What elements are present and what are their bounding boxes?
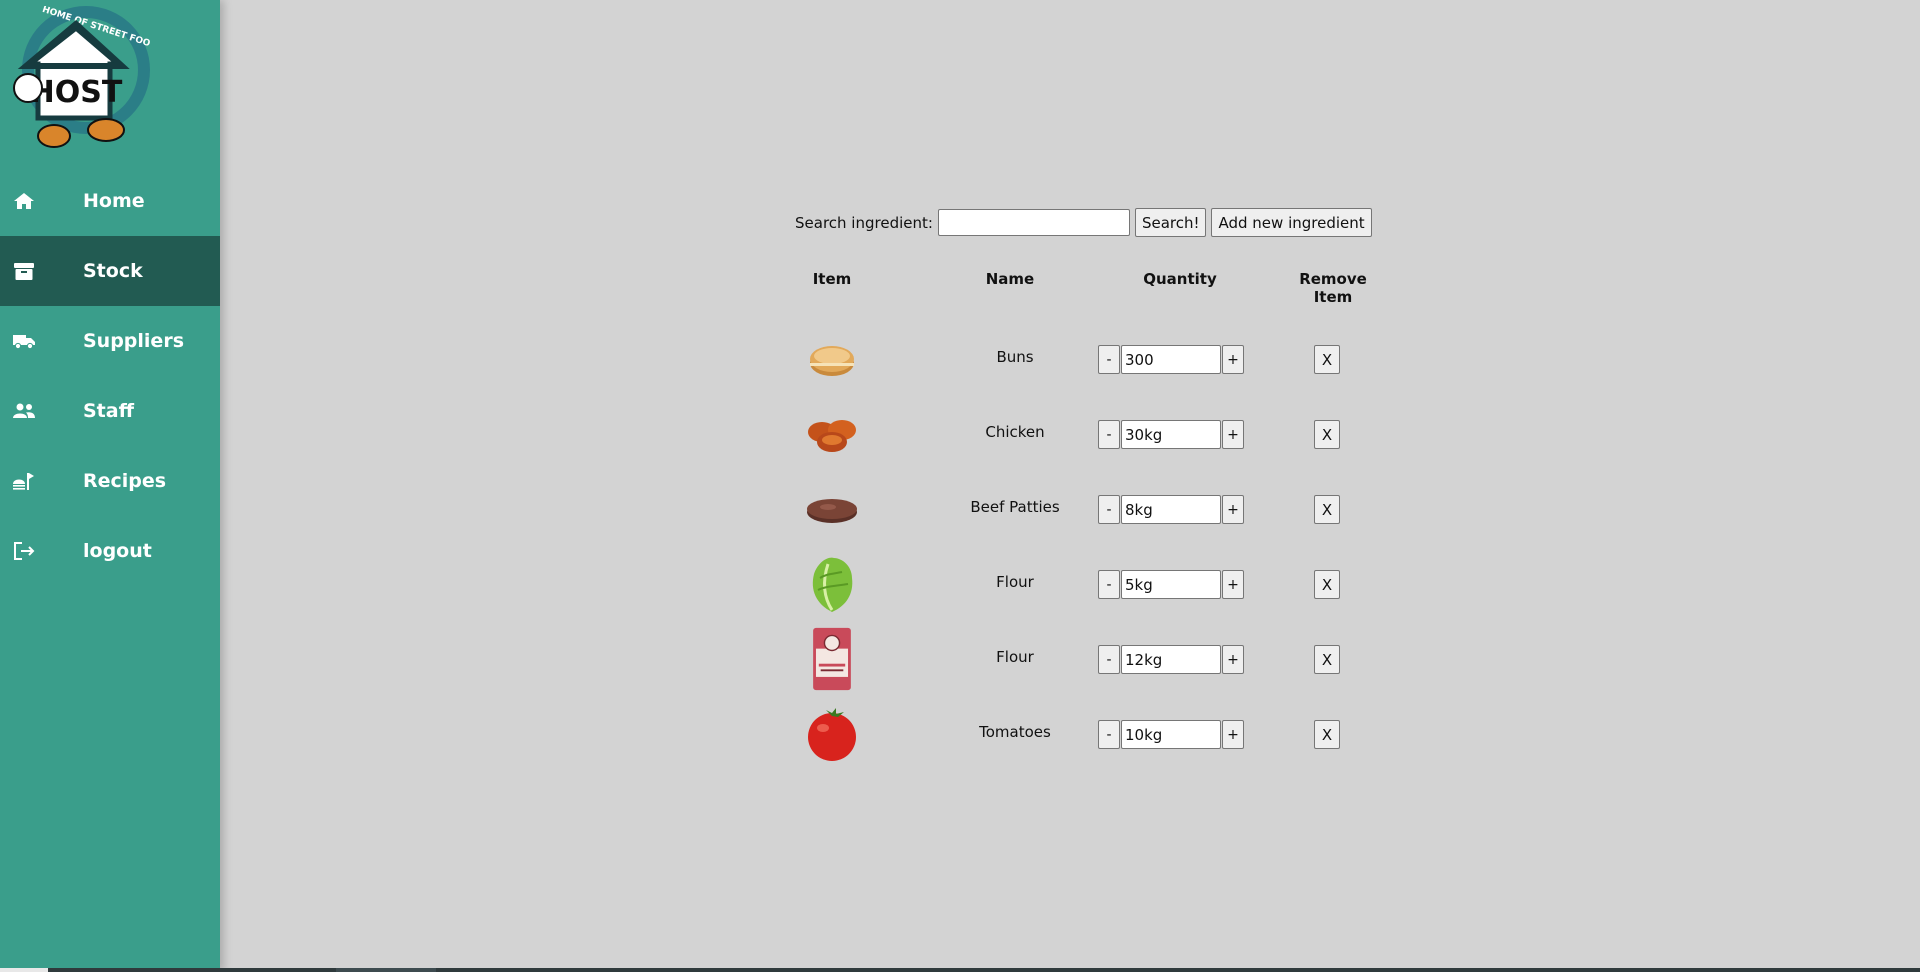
sidebar-item-home[interactable]: Home — [0, 166, 220, 236]
increase-button[interactable]: + — [1222, 645, 1244, 674]
increase-button[interactable]: + — [1222, 420, 1244, 449]
quantity-stepper: - + — [1098, 720, 1244, 749]
remove-item-button[interactable]: X — [1314, 645, 1340, 674]
search-bar: Search ingredient: Search! Add new ingre… — [795, 208, 1372, 237]
item-name: Buns — [996, 348, 1034, 366]
decrease-button[interactable]: - — [1098, 495, 1120, 524]
sidebar-item-staff[interactable]: Staff — [0, 376, 220, 446]
table-row: Chicken - + X — [790, 400, 1370, 475]
item-name: Flour — [996, 573, 1034, 591]
item-name: Flour — [996, 648, 1034, 666]
quantity-input[interactable] — [1121, 495, 1221, 524]
table-row: Beef Patties - + X — [790, 475, 1370, 550]
decrease-button[interactable]: - — [1098, 345, 1120, 374]
main-content: Search ingredient: Search! Add new ingre… — [220, 0, 1920, 972]
table-row: Flour - + X — [790, 625, 1370, 700]
item-name: Tomatoes — [979, 723, 1051, 741]
increase-button[interactable]: + — [1222, 570, 1244, 599]
remove-item-button[interactable]: X — [1314, 495, 1340, 524]
chicken-image — [802, 404, 862, 464]
flour-bag-image — [802, 627, 862, 691]
sidebar-item-stock[interactable]: Stock — [0, 236, 220, 306]
people-icon — [11, 400, 37, 422]
table-row: Tomatoes - + X — [790, 700, 1370, 775]
sidebar-item-label: logout — [83, 540, 152, 562]
increase-button[interactable]: + — [1222, 345, 1244, 374]
food-tray-icon — [11, 470, 37, 492]
remove-item-button[interactable]: X — [1314, 570, 1340, 599]
bottom-strip-segment — [0, 968, 48, 972]
lettuce-image — [802, 554, 862, 614]
quantity-stepper: - + — [1098, 495, 1244, 524]
increase-button[interactable]: + — [1222, 720, 1244, 749]
quantity-input[interactable] — [1121, 345, 1221, 374]
remove-item-button[interactable]: X — [1314, 720, 1340, 749]
quantity-stepper: - + — [1098, 570, 1244, 599]
quantity-stepper: - + — [1098, 645, 1244, 674]
search-input[interactable] — [937, 209, 1130, 236]
bottom-strip — [0, 968, 1920, 972]
decrease-button[interactable]: - — [1098, 570, 1120, 599]
add-ingredient-button[interactable]: Add new ingredient — [1211, 208, 1372, 237]
sidebar-item-label: Recipes — [83, 470, 167, 492]
table-row: Buns - + X — [790, 325, 1370, 400]
sidebar-item-label: Suppliers — [83, 330, 185, 352]
table-row: Flour - + X — [790, 550, 1370, 625]
remove-item-button[interactable]: X — [1314, 345, 1340, 374]
quantity-stepper: - + — [1098, 420, 1244, 449]
item-name: Chicken — [985, 423, 1045, 441]
quantity-input[interactable] — [1121, 570, 1221, 599]
sidebar-item-suppliers[interactable]: Suppliers — [0, 306, 220, 376]
header-item: Item — [812, 270, 852, 288]
home-icon — [11, 190, 37, 212]
sidebar-item-label: Staff — [83, 400, 134, 422]
logout-icon — [11, 540, 37, 562]
increase-button[interactable]: + — [1222, 495, 1244, 524]
sidebar-item-logout[interactable]: logout — [0, 516, 220, 586]
archive-box-icon — [11, 260, 37, 282]
beef-patty-image — [802, 479, 862, 539]
logo-letters: HOST — [30, 75, 123, 110]
decrease-button[interactable]: - — [1098, 420, 1120, 449]
quantity-input[interactable] — [1121, 720, 1221, 749]
sidebar: HOME OF STREET FOOD HOST Home Stock Supp… — [0, 0, 220, 972]
remove-item-button[interactable]: X — [1314, 420, 1340, 449]
item-name: Beef Patties — [970, 498, 1060, 516]
quantity-input[interactable] — [1121, 645, 1221, 674]
search-label: Search ingredient: — [795, 213, 933, 232]
sidebar-item-label: Stock — [83, 260, 143, 282]
header-quantity: Quantity — [1143, 270, 1217, 288]
sidebar-item-label: Home — [83, 190, 145, 212]
truck-icon — [11, 330, 37, 352]
quantity-input[interactable] — [1121, 420, 1221, 449]
header-name: Name — [985, 270, 1035, 288]
bottom-strip-segment — [336, 968, 436, 972]
sidebar-item-recipes[interactable]: Recipes — [0, 446, 220, 516]
bun-image — [802, 329, 862, 389]
quantity-stepper: - + — [1098, 345, 1244, 374]
tomato-image — [802, 704, 862, 764]
decrease-button[interactable]: - — [1098, 645, 1120, 674]
search-button[interactable]: Search! — [1134, 208, 1207, 237]
decrease-button[interactable]: - — [1098, 720, 1120, 749]
header-remove-item: Remove Item — [1299, 270, 1367, 306]
sidebar-nav: Home Stock Suppliers Staff Recipes logou… — [0, 166, 220, 586]
host-logo[interactable]: HOME OF STREET FOOD HOST — [6, 5, 158, 158]
